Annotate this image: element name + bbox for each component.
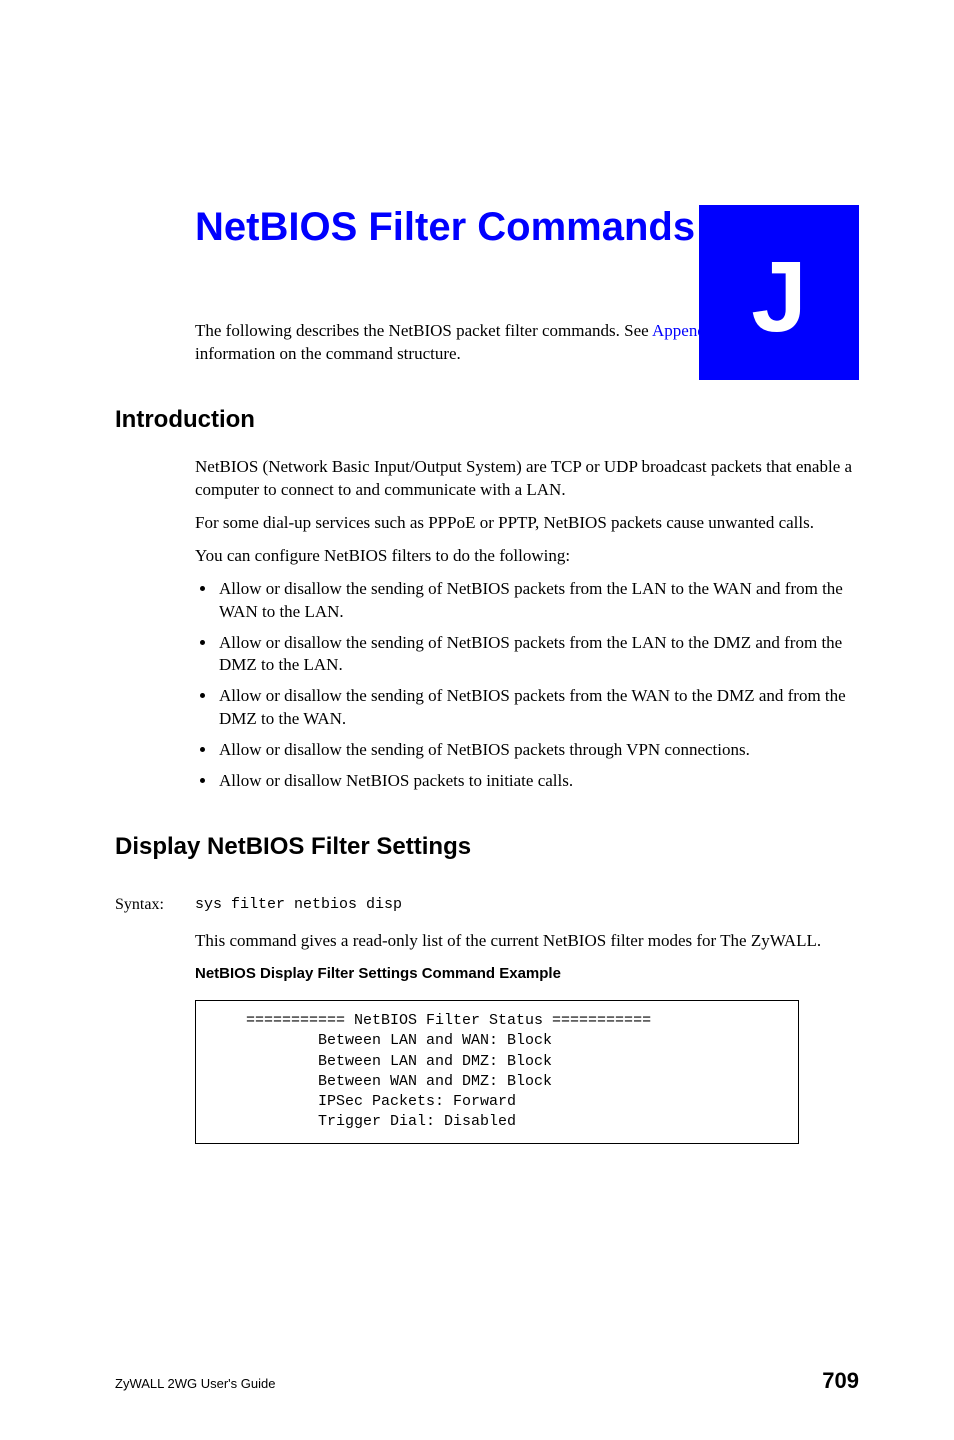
- example-output-box: =========== NetBIOS Filter Status ======…: [195, 1000, 799, 1144]
- example-line: Between LAN and WAN: Block: [246, 1032, 552, 1049]
- list-item: Allow or disallow the sending of NetBIOS…: [217, 632, 859, 678]
- section-heading-introduction: Introduction: [115, 406, 859, 434]
- example-line: IPSec Packets: Forward: [246, 1093, 516, 1110]
- intro-p3: You can configure NetBIOS filters to do …: [195, 545, 859, 568]
- list-item: Allow or disallow the sending of NetBIOS…: [217, 578, 859, 624]
- list-item: Allow or disallow the sending of NetBIOS…: [217, 739, 859, 762]
- example-title: NetBIOS Display Filter Settings Command …: [195, 965, 859, 982]
- footer-page-number: 709: [822, 1368, 859, 1394]
- appendix-letter: J: [751, 240, 807, 355]
- example-line: Between LAN and DMZ: Block: [246, 1053, 552, 1070]
- display-desc: This command gives a read-only list of t…: [195, 930, 859, 953]
- intro-bullet-list: Allow or disallow the sending of NetBIOS…: [195, 578, 859, 794]
- syntax-label: Syntax:: [115, 896, 195, 914]
- footer-guide-name: ZyWALL 2WG User's Guide: [115, 1376, 275, 1391]
- appendix-tab: J: [699, 205, 859, 380]
- syntax-command: sys filter netbios disp: [195, 896, 402, 914]
- intro-text-pre: The following describes the NetBIOS pack…: [195, 321, 652, 340]
- list-item: Allow or disallow the sending of NetBIOS…: [217, 685, 859, 731]
- example-line: Between WAN and DMZ: Block: [246, 1073, 552, 1090]
- page-footer: ZyWALL 2WG User's Guide 709: [115, 1368, 859, 1394]
- example-line: Trigger Dial: Disabled: [246, 1113, 516, 1130]
- list-item: Allow or disallow NetBIOS packets to ini…: [217, 770, 859, 793]
- syntax-row: Syntax: sys filter netbios disp: [115, 896, 859, 914]
- example-line: =========== NetBIOS Filter Status ======…: [246, 1012, 651, 1029]
- intro-p2: For some dial-up services such as PPPoE …: [195, 512, 859, 535]
- section-heading-display: Display NetBIOS Filter Settings: [115, 833, 859, 861]
- intro-p1: NetBIOS (Network Basic Input/Output Syst…: [195, 456, 859, 502]
